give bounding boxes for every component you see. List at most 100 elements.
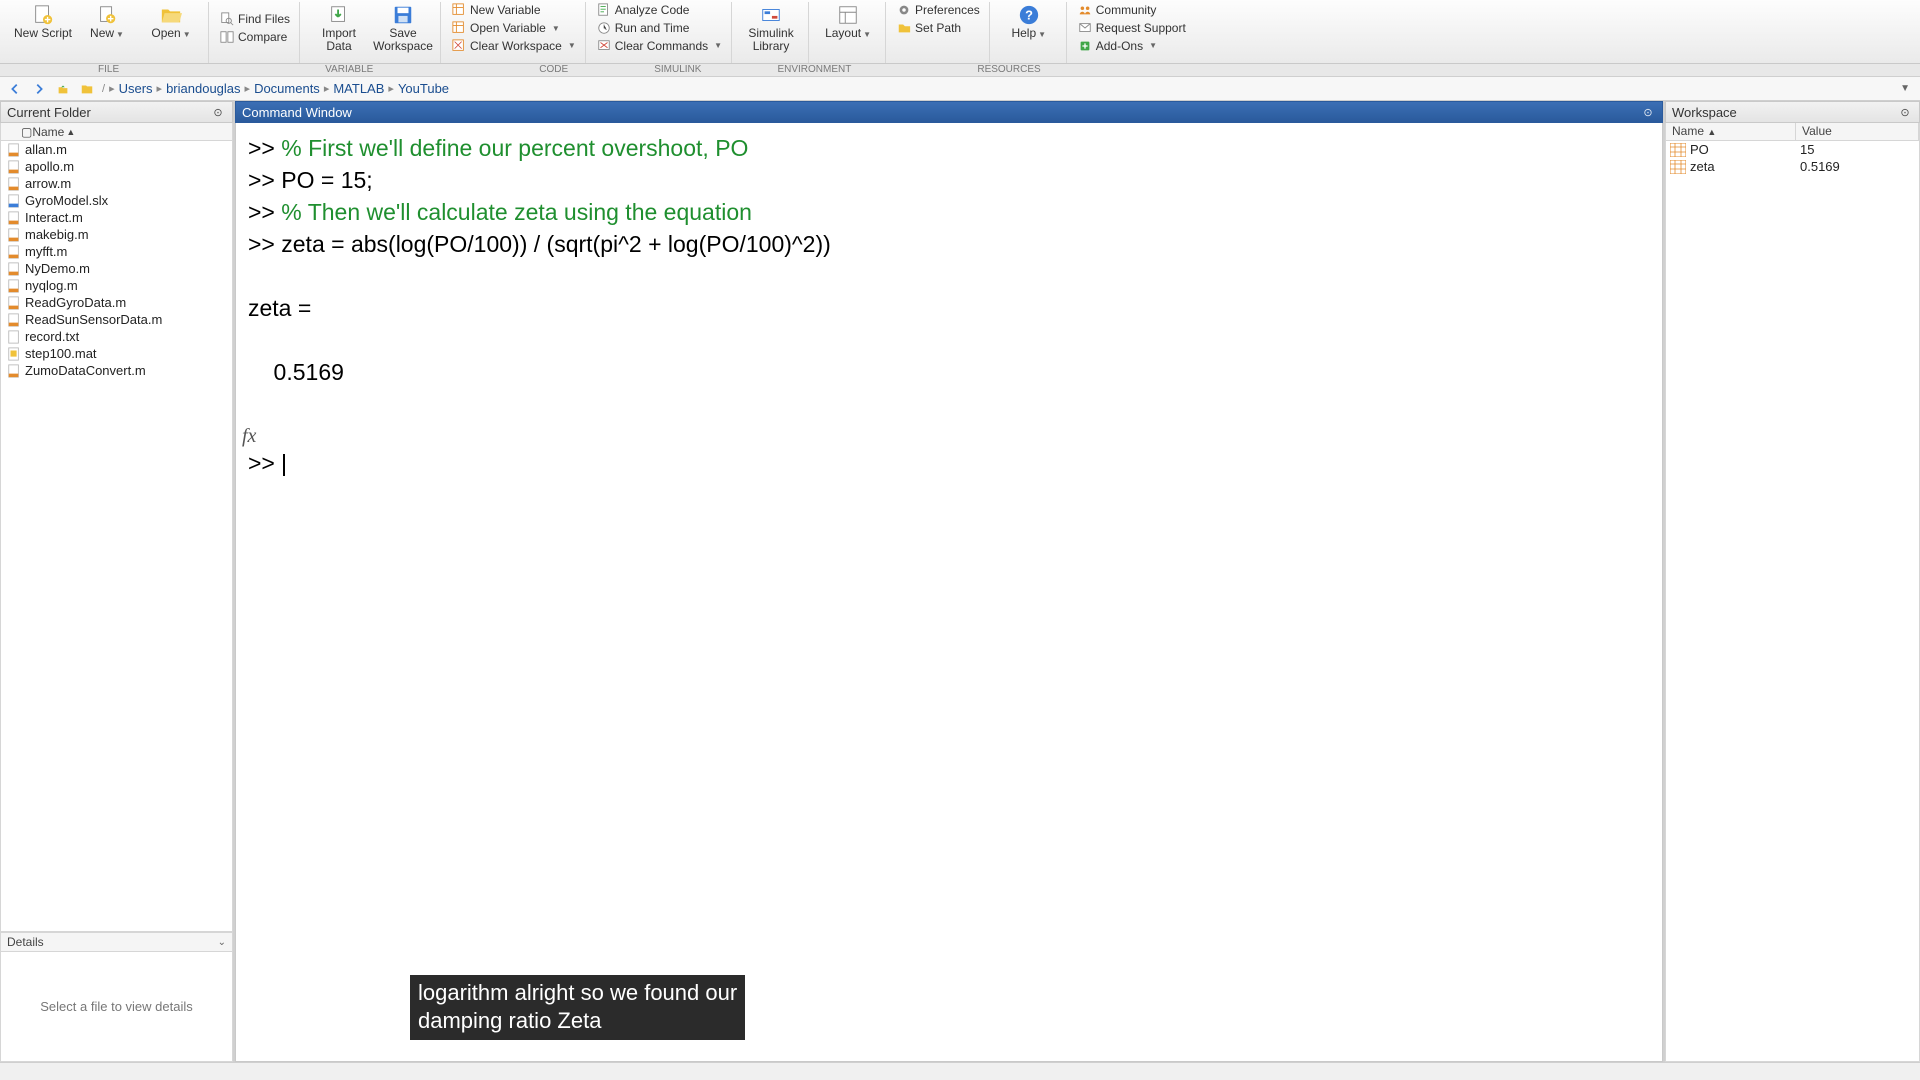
workspace-var-list[interactable]: PO15zeta0.5169 [1665, 141, 1920, 1062]
new-variable-icon [452, 3, 466, 17]
clear-workspace-icon [452, 39, 466, 53]
workspace-columns[interactable]: Name ▲ Value [1665, 123, 1920, 141]
layout-button[interactable]: Layout▼ [817, 2, 879, 54]
file-name: apollo.m [25, 159, 74, 174]
current-folder-header[interactable]: Current Folder ⊙ [0, 101, 233, 123]
file-item[interactable]: allan.m [1, 141, 232, 158]
help-icon: ? [1018, 4, 1040, 26]
chevron-down-icon: ⌄ [218, 937, 226, 948]
file-icon [7, 228, 21, 242]
current-folder-column-header[interactable]: ▢ Name▲ [0, 123, 233, 141]
file-icon [7, 279, 21, 293]
open-variable-icon [452, 21, 466, 35]
open-folder-icon [160, 4, 182, 26]
community-icon [1078, 3, 1092, 17]
file-item[interactable]: record.txt [1, 328, 232, 345]
breadcrumb-seg-3[interactable]: MATLAB [333, 81, 384, 96]
save-workspace-button[interactable]: Save Workspace [372, 2, 434, 54]
workspace-header[interactable]: Workspace ⊙ [1665, 101, 1920, 123]
addons-button[interactable]: Add-Ons▼ [1075, 37, 1189, 54]
panel-actions-icon[interactable]: ⊙ [1897, 104, 1913, 120]
open-variable-button[interactable]: Open Variable▼ [449, 20, 579, 37]
file-name: ZumoDataConvert.m [25, 363, 146, 378]
workspace-variable-row[interactable]: zeta0.5169 [1666, 158, 1919, 175]
variable-name: PO [1690, 141, 1794, 158]
file-name: allan.m [25, 142, 67, 157]
nav-back-button[interactable] [6, 80, 24, 98]
path-dropdown[interactable]: ▼ [1896, 83, 1914, 94]
file-item[interactable]: Interact.m [1, 209, 232, 226]
variable-value: 0.5169 [1794, 158, 1919, 175]
find-files-button[interactable]: Find Files [217, 11, 293, 28]
file-icon [7, 194, 21, 208]
file-item[interactable]: step100.mat [1, 345, 232, 362]
clear-commands-button[interactable]: Clear Commands▼ [594, 37, 725, 54]
import-data-button[interactable]: Import Data [308, 2, 370, 54]
file-item[interactable]: apollo.m [1, 158, 232, 175]
breadcrumb-seg-0[interactable]: Users [119, 81, 153, 96]
nav-forward-button[interactable] [30, 80, 48, 98]
new-variable-button[interactable]: New Variable [449, 2, 579, 19]
file-item[interactable]: arrow.m [1, 175, 232, 192]
file-icon [7, 177, 21, 191]
file-icon [7, 313, 21, 327]
file-icon [7, 211, 21, 225]
file-item[interactable]: ReadGyroData.m [1, 294, 232, 311]
panel-actions-icon[interactable]: ⊙ [1640, 104, 1656, 120]
variable-name: zeta [1690, 158, 1794, 175]
browse-folder-button[interactable] [78, 80, 96, 98]
file-icon [7, 160, 21, 174]
ribbon-section-labels: FILE VARIABLE CODE SIMULINK ENVIRONMENT … [0, 64, 1920, 77]
simulink-library-button[interactable]: Simulink Library [740, 2, 802, 54]
preferences-button[interactable]: Preferences [894, 2, 983, 19]
file-item[interactable]: NyDemo.m [1, 260, 232, 277]
new-script-button[interactable]: New Script [12, 2, 74, 54]
file-item[interactable]: GyroModel.slx [1, 192, 232, 209]
run-and-time-button[interactable]: Run and Time [594, 20, 725, 37]
workspace-panel: Workspace ⊙ Name ▲ Value PO15zeta0.5169 [1665, 101, 1920, 1062]
workspace-variable-row[interactable]: PO15 [1666, 141, 1919, 158]
fx-indicator[interactable]: fx [242, 423, 1638, 450]
file-item[interactable]: ReadSunSensorData.m [1, 311, 232, 328]
toolstrip: New Script New▼ Open▼ Find Files Compare [0, 0, 1920, 64]
file-name: NyDemo.m [25, 261, 90, 276]
file-icon [7, 262, 21, 276]
file-icon [7, 143, 21, 157]
set-path-button[interactable]: Set Path [894, 20, 983, 37]
simulink-icon [760, 4, 782, 26]
command-window-header[interactable]: Command Window ⊙ [235, 101, 1663, 123]
variable-value: 15 [1794, 141, 1919, 158]
panel-actions-icon[interactable]: ⊙ [210, 104, 226, 120]
breadcrumb-seg-1[interactable]: briandouglas [166, 81, 240, 96]
import-data-icon [328, 4, 350, 26]
command-window-body[interactable]: >> % First we'll define our percent over… [235, 123, 1663, 1062]
nav-up-button[interactable] [54, 80, 72, 98]
svg-text:?: ? [1025, 8, 1033, 23]
clear-workspace-button[interactable]: Clear Workspace▼ [449, 37, 579, 54]
file-item[interactable]: ZumoDataConvert.m [1, 362, 232, 379]
new-button[interactable]: New▼ [76, 2, 138, 54]
help-button[interactable]: ? Help▼ [998, 2, 1060, 54]
open-button[interactable]: Open▼ [140, 2, 202, 54]
compare-button[interactable]: Compare [217, 29, 293, 46]
file-name: makebig.m [25, 227, 89, 242]
file-name: ReadGyroData.m [25, 295, 126, 310]
file-item[interactable]: makebig.m [1, 226, 232, 243]
file-item[interactable]: myfft.m [1, 243, 232, 260]
breadcrumb-seg-2[interactable]: Documents [254, 81, 320, 96]
file-name: nyqlog.m [25, 278, 78, 293]
file-item[interactable]: nyqlog.m [1, 277, 232, 294]
analyze-code-button[interactable]: Analyze Code [594, 2, 725, 19]
details-header[interactable]: Details ⌄ [0, 932, 233, 952]
current-folder-file-list[interactable]: allan.m apollo.marrow.mGyroModel.slxInter… [0, 141, 233, 932]
run-time-icon [597, 21, 611, 35]
breadcrumb-seg-4[interactable]: YouTube [398, 81, 449, 96]
request-support-button[interactable]: Request Support [1075, 20, 1189, 37]
file-name: GyroModel.slx [25, 193, 108, 208]
file-icon [7, 364, 21, 378]
compare-icon [220, 30, 234, 44]
file-icon [7, 296, 21, 310]
community-button[interactable]: Community [1075, 2, 1189, 19]
variable-icon [1670, 160, 1686, 174]
support-icon [1078, 21, 1092, 35]
